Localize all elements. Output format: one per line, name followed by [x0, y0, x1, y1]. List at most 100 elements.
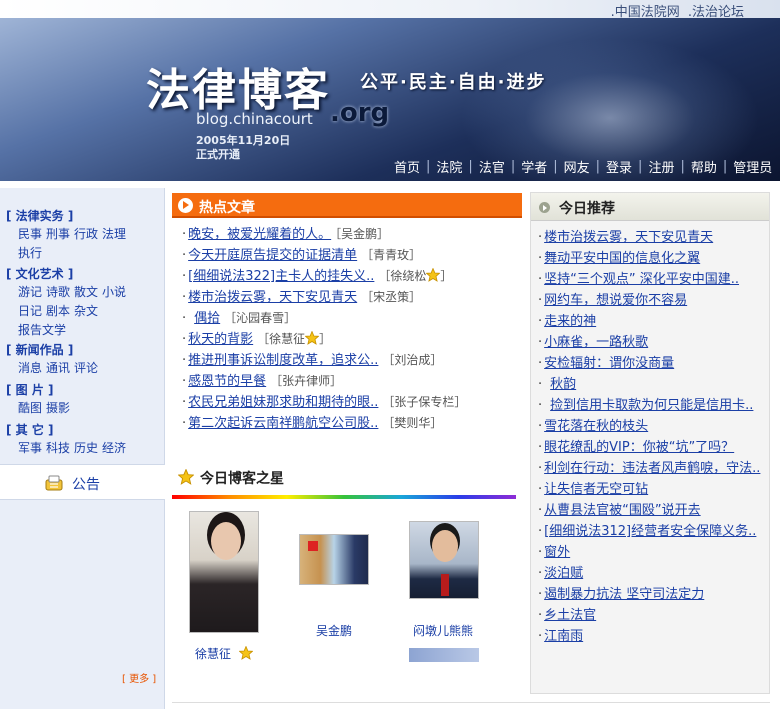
bullet: · — [538, 230, 543, 245]
category-title-culture-art[interactable]: [ 文化艺术 ] — [6, 265, 73, 282]
category-link[interactable]: 摄影 — [46, 401, 70, 415]
more-link[interactable]: [ 更多 ] — [122, 670, 156, 685]
recommend-link[interactable]: 舞动平安中国的信息化之翼 — [544, 251, 700, 266]
category-link[interactable]: 消息 — [18, 361, 42, 375]
article-author[interactable]: ［刘治成］ — [382, 353, 442, 367]
category-link[interactable]: 经济 — [102, 441, 126, 455]
announcement-box: 公告 — [0, 464, 165, 500]
article-link[interactable]: 楼市治拨云雾，天下安见青天 — [188, 290, 357, 305]
category-link[interactable]: 剧本 — [46, 304, 70, 318]
category-link[interactable]: 军事 — [18, 441, 42, 455]
category-link[interactable]: 评论 — [74, 361, 98, 375]
article-author[interactable]: ［青青玫］ — [361, 248, 421, 262]
open-date-text: 2005年11月20日 — [196, 134, 291, 147]
nav-admin[interactable]: 管理员 — [727, 157, 778, 176]
bullet: · — [538, 545, 543, 560]
article-author[interactable]: ［张卉律师］ — [270, 374, 342, 388]
recommend-link[interactable]: 小麻雀，一路秋歌 — [544, 335, 648, 350]
nav-judge[interactable]: 法官 — [473, 157, 511, 176]
article-link[interactable]: 农民兄弟姐妹那求助和期待的眼.. — [188, 395, 378, 410]
nav-register[interactable]: 注册 — [642, 157, 680, 176]
article-author[interactable]: ［张子保专栏］ — [382, 395, 466, 409]
article-link[interactable]: 今天开庭原告提交的证据清单 — [188, 248, 357, 263]
recommend-link[interactable]: 网约车，想说爱你不容易 — [544, 293, 687, 308]
bottom-divider — [172, 702, 770, 703]
announcement-label[interactable]: 公告 — [72, 474, 100, 494]
avatar-partial[interactable] — [409, 648, 479, 662]
list-item: · 走来的神 — [538, 311, 768, 332]
recommend-link[interactable]: 利剑在行动：违法者风声鹤唳，守法.. — [544, 461, 760, 476]
list-item: · 偶拾 ［沁园春雪］ — [182, 308, 527, 329]
article-link[interactable]: 推进刑事诉讼制度改革，追求公.. — [188, 353, 378, 368]
category-link[interactable]: 行政 — [74, 227, 98, 241]
recommend-link[interactable]: 窗外 — [544, 545, 570, 560]
recommend-link[interactable]: [细细说法312]经营者安全保障义务.. — [544, 524, 756, 539]
nav-login[interactable]: 登录 — [600, 157, 638, 176]
recommend-link[interactable]: 坚持“三个观点” 深化平安中国建.. — [544, 272, 739, 287]
top-strip: .中国法院网 .法治论坛 — [0, 0, 780, 20]
article-author[interactable]: ［沁园春雪］ — [224, 311, 296, 325]
recommend-link[interactable]: 遏制暴力抗法 坚守司法定力 — [544, 587, 704, 602]
nav-netizen[interactable]: 网友 — [558, 157, 596, 176]
category-links-legal-practice: 民事 刑事 行政 法理执行 — [18, 225, 158, 263]
hot-articles-header: 热点文章 — [172, 193, 522, 218]
nav-help[interactable]: 帮助 — [685, 157, 723, 176]
recommend-link[interactable]: 秋韵 — [550, 377, 576, 392]
category-link[interactable]: 刑事 — [46, 227, 70, 241]
star-name-text[interactable]: 徐慧征 — [195, 647, 231, 661]
recommend-link[interactable]: 眼花缭乱的VIP：你被“坑”了吗？ — [544, 440, 734, 455]
article-author[interactable]: ［樊则华］ — [382, 416, 442, 430]
category-link[interactable]: 小说 — [102, 285, 126, 299]
recommend-link[interactable]: 让失信者无空可钻 — [544, 482, 648, 497]
nav-scholar[interactable]: 学者 — [515, 157, 553, 176]
category-title-pictures[interactable]: [ 图 片 ] — [6, 381, 54, 398]
recommend-link[interactable]: 江南雨 — [544, 629, 583, 644]
star-name-text[interactable]: 吴金鹏 — [316, 622, 352, 639]
nav-home[interactable]: 首页 — [388, 157, 426, 176]
article-author[interactable]: ［吴金鹏］ — [335, 227, 389, 241]
article-author[interactable]: ［徐绕松 — [378, 269, 426, 283]
recommend-link[interactable]: 淡泊赋 — [544, 566, 583, 581]
article-author[interactable]: ［徐慧征 — [257, 332, 305, 346]
recommend-link[interactable]: 乡土法官 — [544, 608, 596, 623]
recommend-link[interactable]: 走来的神 — [544, 314, 596, 329]
category-link[interactable]: 日记 — [18, 304, 42, 318]
avatar[interactable] — [409, 521, 479, 599]
category-link[interactable]: 报告文学 — [18, 323, 66, 337]
article-link[interactable]: 第二次起诉云南祥鹏航空公司股.. — [188, 416, 378, 431]
category-link[interactable]: 杂文 — [74, 304, 98, 318]
avatar[interactable] — [299, 534, 369, 585]
article-link[interactable]: [细细说法322]主卡人的挂失义.. — [188, 269, 374, 284]
nav-court[interactable]: 法院 — [430, 157, 468, 176]
category-link[interactable]: 酷图 — [18, 401, 42, 415]
site-logo-title[interactable]: 法律博客 — [146, 54, 330, 118]
category-link[interactable]: 科技 — [46, 441, 70, 455]
recommend-link[interactable]: 雪花落在秋的枝头 — [544, 419, 648, 434]
category-link[interactable]: 通讯 — [46, 361, 70, 375]
category-title-legal-practice[interactable]: [ 法律实务 ] — [6, 207, 73, 224]
article-author[interactable]: ［宋丞策］ — [361, 290, 421, 304]
category-title-other[interactable]: [ 其 它 ] — [6, 421, 54, 438]
list-item: · 江南雨 — [538, 626, 768, 647]
category-link[interactable]: 散文 — [74, 285, 98, 299]
article-link[interactable]: 秋天的背影 — [188, 332, 253, 347]
category-title-news[interactable]: [ 新闻作品 ] — [6, 341, 73, 358]
recommend-link[interactable]: 安检辐射：谓你没商量 — [544, 356, 674, 371]
article-link[interactable]: 晚安，被爱光耀着的人。 — [188, 227, 331, 242]
list-item: · 让失信者无空可钻 — [538, 479, 768, 500]
category-link[interactable]: 执行 — [18, 246, 42, 260]
recommend-link[interactable]: 楼市治拨云雾，天下安见青天 — [544, 230, 713, 245]
category-link[interactable]: 法理 — [102, 227, 126, 241]
star-name-text[interactable]: 闷墩儿熊熊 — [413, 622, 473, 639]
category-link[interactable]: 历史 — [74, 441, 98, 455]
play-arrow-icon — [178, 198, 193, 213]
category-link[interactable]: 民事 — [18, 227, 42, 241]
recommend-link[interactable]: 从曹县法官被“围殴”说开去 — [544, 503, 700, 518]
recommend-link[interactable]: 捡到信用卡取款为何只能是信用卡.. — [550, 398, 753, 413]
category-link[interactable]: 游记 — [18, 285, 42, 299]
avatar[interactable] — [189, 511, 259, 633]
list-item: · 舞动平安中国的信息化之翼 — [538, 248, 768, 269]
category-link[interactable]: 诗歌 — [46, 285, 70, 299]
article-link[interactable]: 偶拾 — [194, 311, 220, 326]
article-link[interactable]: 感恩节的早餐 — [188, 374, 266, 389]
